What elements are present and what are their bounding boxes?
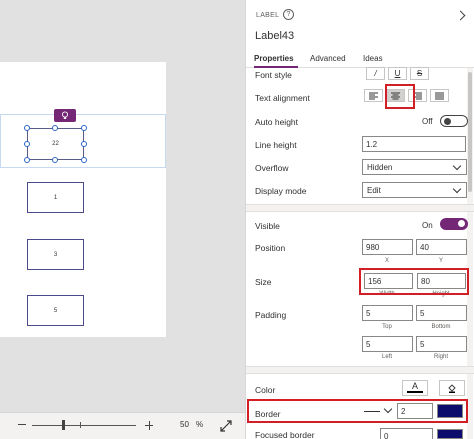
display-mode-select[interactable]: Edit — [362, 182, 467, 198]
font-color-button[interactable]: A — [402, 380, 428, 396]
expand-icon[interactable] — [218, 418, 234, 434]
lightbulb-icon — [61, 111, 69, 119]
canvas-area: 22 1 3 5 50 % — [0, 0, 245, 439]
overflow-select[interactable]: Hidden — [362, 159, 467, 175]
focused-border-color-swatch[interactable] — [437, 429, 463, 439]
align-left-icon — [369, 92, 378, 99]
label-text: 1 — [53, 194, 58, 201]
panel-scrollbar-thumb[interactable] — [468, 72, 472, 192]
line-height-label: Line height — [255, 140, 297, 150]
overflow-value: Hidden — [367, 163, 393, 172]
zoom-value: 50 — [180, 420, 189, 429]
zoom-in-icon-vertical[interactable] — [148, 421, 150, 430]
padding-label: Padding — [255, 310, 287, 320]
resize-handle-bottom-left[interactable] — [24, 157, 30, 163]
visible-toggle[interactable] — [440, 218, 468, 230]
help-icon[interactable]: ? — [283, 9, 294, 20]
text-alignment-label: Text alignment — [255, 93, 310, 103]
zoom-slider-tick — [80, 422, 81, 428]
line-height-input[interactable]: 1.2 — [362, 136, 466, 152]
tab-advanced[interactable]: Advanced — [310, 54, 346, 63]
resize-handle-left[interactable] — [24, 141, 30, 147]
zoom-slider-thumb[interactable] — [62, 420, 65, 430]
resize-handle-top[interactable] — [52, 125, 58, 131]
underline-button[interactable]: U — [388, 67, 407, 80]
position-y-input[interactable]: 40 — [416, 239, 467, 255]
resize-handle-top-right[interactable] — [81, 125, 87, 131]
zoom-bar: 50 % — [0, 412, 245, 439]
gallery-label-item[interactable]: 5 — [27, 295, 84, 326]
label-text: 3 — [53, 251, 58, 258]
padding-left-input[interactable]: 5 — [362, 336, 413, 352]
fill-color-button[interactable] — [439, 380, 465, 396]
chevron-down-icon — [452, 161, 462, 171]
padding-left-caption: Left — [381, 354, 392, 360]
zoom-slider-track[interactable] — [32, 425, 136, 426]
highlight-align-center — [385, 84, 415, 109]
control-name[interactable]: Label43 — [255, 30, 294, 42]
padding-top-caption: Top — [382, 324, 392, 330]
gallery-label-item[interactable]: 1 — [27, 182, 84, 213]
padding-top-input[interactable]: 5 — [362, 305, 413, 321]
display-mode-label: Display mode — [255, 186, 307, 196]
gallery-label-item[interactable]: 3 — [27, 239, 84, 270]
position-x-input[interactable]: 980 — [362, 239, 413, 255]
active-tab-indicator — [254, 66, 298, 68]
ideas-button[interactable] — [54, 109, 76, 122]
auto-height-toggle[interactable] — [440, 115, 468, 127]
visible-state: On — [422, 221, 433, 230]
align-justify-icon — [435, 92, 444, 99]
color-label: Color — [255, 385, 276, 395]
position-x-caption: X — [384, 258, 389, 264]
auto-height-label: Auto height — [255, 117, 299, 127]
highlight-border — [247, 399, 468, 423]
resize-handle-right[interactable] — [81, 141, 87, 147]
padding-right-caption: Right — [433, 354, 448, 360]
align-justify-button[interactable] — [430, 89, 449, 102]
label-text: 5 — [53, 307, 58, 314]
align-left-button[interactable] — [364, 89, 383, 102]
padding-right-input[interactable]: 5 — [416, 336, 467, 352]
screen-canvas[interactable]: 22 1 3 5 — [0, 62, 166, 337]
resize-handle-bottom[interactable] — [52, 157, 58, 163]
panel-tabs: Properties Advanced Ideas — [246, 48, 474, 68]
focused-border-input[interactable]: 0 — [380, 428, 433, 439]
resize-handle-bottom-right[interactable] — [81, 157, 87, 163]
position-y-caption: Y — [438, 258, 443, 264]
chevron-right-icon[interactable] — [455, 10, 466, 21]
italic-button[interactable]: / — [366, 67, 385, 80]
label-text: 22 — [52, 141, 59, 147]
font-style-buttons: / U S — [366, 67, 432, 80]
resize-handle-top-left[interactable] — [24, 125, 30, 131]
focused-border-label: Focused border — [255, 430, 315, 439]
section-divider — [246, 204, 474, 212]
selected-label-control[interactable]: 22 — [27, 128, 84, 160]
padding-bottom-input[interactable]: 5 — [416, 305, 467, 321]
section-divider — [246, 366, 474, 374]
properties-panel: LABEL ? Label43 Properties Advanced Idea… — [245, 0, 474, 439]
visible-label: Visible — [255, 221, 280, 231]
font-style-label: Font style — [255, 70, 292, 80]
padding-bottom-caption: Bottom — [431, 324, 451, 330]
position-label: Position — [255, 243, 286, 253]
auto-height-state: Off — [422, 117, 433, 126]
paint-bucket-icon — [448, 384, 456, 393]
overflow-label: Overflow — [255, 163, 289, 173]
display-mode-value: Edit — [367, 186, 381, 195]
tab-properties[interactable]: Properties — [254, 54, 294, 63]
control-type-label: LABEL — [256, 12, 280, 19]
size-label: Size — [255, 277, 272, 287]
highlight-size — [359, 268, 469, 295]
chevron-down-icon — [452, 184, 462, 194]
zoom-unit: % — [196, 420, 204, 429]
strikethrough-button[interactable]: S — [410, 67, 429, 80]
zoom-out-icon[interactable] — [18, 424, 26, 425]
tab-ideas[interactable]: Ideas — [363, 54, 383, 63]
font-color-glyph: A — [411, 381, 418, 391]
